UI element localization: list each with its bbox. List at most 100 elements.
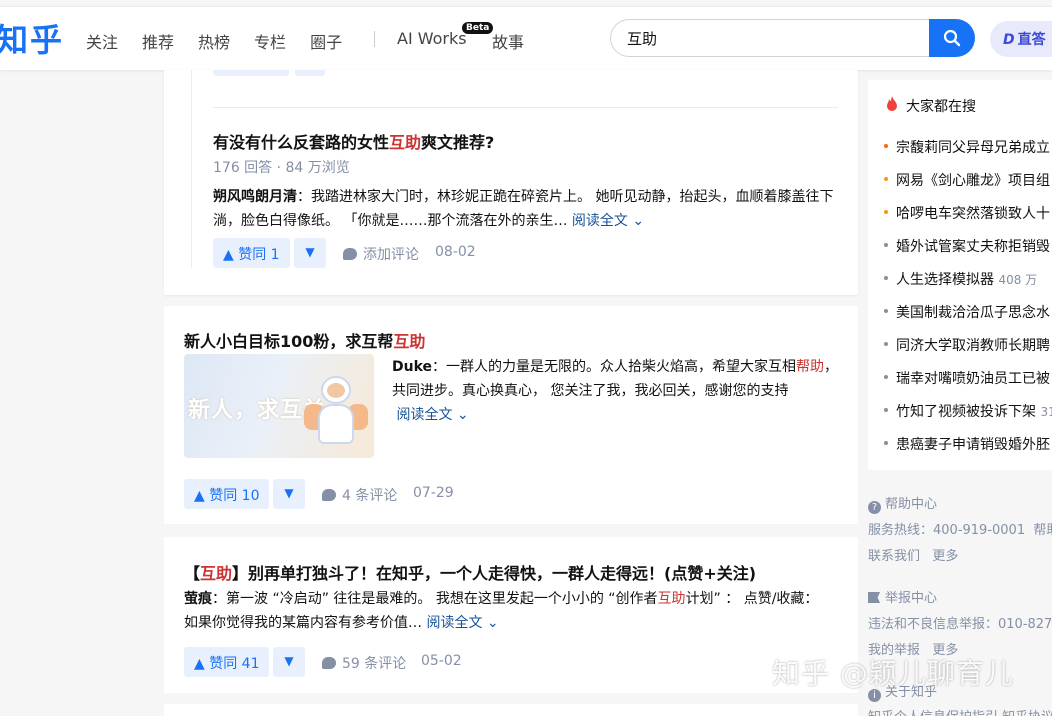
answer-thumbnail[interactable]: 新人，求互关 bbox=[184, 354, 374, 458]
search-button[interactable] bbox=[929, 19, 975, 57]
author-name[interactable]: 朔风鸣朗月清 bbox=[213, 189, 297, 205]
contact-row: 联系我们 更多 bbox=[868, 545, 958, 564]
answer-excerpt[interactable]: 萤痕：第一波 “冷启动” 往往是最难的。 我想在这里发起一个小小的 “创作者互助… bbox=[184, 587, 844, 635]
nav-story[interactable]: 故事 bbox=[492, 29, 524, 53]
post-date: 05-02 bbox=[421, 653, 462, 669]
trending-bullet bbox=[884, 441, 888, 445]
triangle-down-icon: ▼ bbox=[284, 486, 294, 500]
trending-item[interactable]: 宗馥莉同父异母兄弟成立 bbox=[896, 137, 1050, 157]
chevron-down-icon: ⌄ bbox=[486, 615, 499, 631]
excerpt-text: 如果你觉得我的某篇内容有参考价值… bbox=[184, 615, 427, 631]
trending-bullet bbox=[884, 309, 888, 313]
chevron-down-icon: ⌄ bbox=[456, 407, 469, 423]
nav-circle[interactable]: 圈子 bbox=[310, 29, 342, 53]
nav-recommend[interactable]: 推荐 bbox=[142, 29, 174, 53]
trending-heat: 408 万 bbox=[998, 273, 1038, 287]
trending-bullet bbox=[884, 342, 888, 346]
zhida-button[interactable]: D 直答 bbox=[990, 21, 1052, 57]
zhihu-logo[interactable]: 知乎 bbox=[0, 15, 64, 61]
excerpt-highlight: 帮助 bbox=[796, 359, 825, 375]
trending-title: 大家都在搜 bbox=[906, 99, 976, 115]
post-date: 07-29 bbox=[413, 485, 454, 501]
trending-bullet bbox=[884, 408, 888, 412]
astronaut-body bbox=[318, 404, 354, 444]
title-text: 有没有什么反套路的女性 bbox=[213, 133, 390, 152]
question-title[interactable]: 有没有什么反套路的女性互助爽文推荐? bbox=[213, 129, 494, 153]
nav-hot[interactable]: 热榜 bbox=[198, 29, 230, 53]
downvote-button[interactable]: ▼ bbox=[273, 647, 305, 677]
main-nav: 关注 推荐 热榜 专栏 圈子 bbox=[86, 29, 366, 53]
read-more-label: 阅读全文 bbox=[426, 615, 483, 631]
nav-ai-works[interactable]: AI Works bbox=[397, 29, 467, 48]
question-meta: 176 回答 · 84 万浏览 bbox=[213, 160, 350, 176]
trending-item[interactable]: 人生选择模拟器 408 万 bbox=[896, 269, 1037, 289]
nav-divider bbox=[374, 31, 375, 47]
trending-bullet bbox=[884, 210, 888, 214]
search-input[interactable]: 互助 bbox=[610, 19, 930, 57]
excerpt-text: ：一群人的力量是无限的。众人拾柴火焰高，希望大家互相 bbox=[432, 359, 797, 375]
trending-item[interactable]: 美国制裁洽洽瓜子思念水 bbox=[896, 302, 1050, 322]
trending-item[interactable]: 同济大学取消教师长期聘 bbox=[896, 335, 1050, 355]
help-icon: ? bbox=[868, 501, 881, 514]
triangle-down-icon: ▼ bbox=[305, 245, 315, 259]
search-icon bbox=[943, 29, 961, 47]
comment-button[interactable]: 4 条评论 bbox=[322, 485, 397, 505]
trending-bullet bbox=[884, 177, 888, 181]
triangle-down-icon: ▼ bbox=[284, 654, 294, 668]
answer-card-4 bbox=[164, 704, 858, 716]
comment-button[interactable]: 添加评论 bbox=[343, 244, 419, 264]
trending-item-text: 宗馥莉同父异母兄弟成立 bbox=[896, 140, 1050, 156]
trending-item[interactable]: 网易《剑心雕龙》项目组 bbox=[896, 170, 1050, 190]
trending-item-text: 瑞幸对嘴喷奶油员工已被 bbox=[896, 371, 1050, 387]
answer-excerpt[interactable]: 朔风鸣朗月清：我踏进林家大门时，林珍妮正跪在碎瓷片上。 她听见动静，抬起头，血顺… bbox=[213, 185, 843, 233]
report-center-link[interactable]: 举报中心 bbox=[868, 587, 937, 606]
card-thread-line bbox=[191, 70, 192, 268]
excerpt-text: ：我踏进林家大门时，林珍妮正跪在碎瓷片上。 她听见动静，抬起头，血顺着膝盖往下 bbox=[297, 189, 834, 205]
question-title[interactable]: 【互助】别再单打独斗了！在知乎，一个人走得快，一群人走得远！(点赞+关注) bbox=[184, 560, 756, 584]
author-name[interactable]: Duke bbox=[392, 359, 432, 375]
comment-icon bbox=[322, 489, 336, 501]
read-more-link[interactable]: 阅读全文 ⌄ bbox=[426, 615, 498, 631]
post-date: 08-02 bbox=[435, 244, 476, 260]
hotline-row: 服务热线：400-919-0001 帮助 bbox=[868, 519, 1052, 538]
report-line[interactable]: 违法和不良信息举报：010-8271 bbox=[868, 613, 1052, 632]
comment-label: 添加评论 bbox=[363, 247, 419, 263]
trending-item[interactable]: 患癌妻子申请销毁婚外胚 bbox=[896, 434, 1050, 454]
comment-button[interactable]: 59 条评论 bbox=[322, 653, 406, 673]
contact-link[interactable]: 联系我们 bbox=[868, 549, 920, 564]
beta-badge: Beta bbox=[462, 22, 494, 34]
title-text: 】别再单打独斗了！在知乎，一个人走得快，一群人走得远！(点赞+关注) bbox=[232, 564, 757, 583]
nav-follow[interactable]: 关注 bbox=[86, 29, 118, 53]
upvote-button[interactable]: ▲ 赞同 10 bbox=[184, 479, 270, 509]
footer-bottom-links[interactable]: 知乎个人信息保护指引 知乎协议 bbox=[868, 706, 1052, 716]
comment-label: 59 条评论 bbox=[342, 656, 407, 672]
trending-bullet bbox=[884, 276, 888, 280]
trending-item-text: 婚外试管案丈夫称拒销毁 bbox=[896, 239, 1050, 255]
trending-item[interactable]: 竹知了视频被投诉下架 31 bbox=[896, 401, 1052, 421]
title-highlight: 互助 bbox=[393, 332, 426, 351]
more-link[interactable]: 更多 bbox=[932, 549, 958, 564]
nav-column[interactable]: 专栏 bbox=[254, 29, 286, 53]
author-name[interactable]: 萤痕 bbox=[184, 591, 212, 607]
zhida-label: 直答 bbox=[1017, 32, 1046, 48]
read-more-link[interactable]: 阅读全文 ⌄ bbox=[572, 213, 644, 229]
downvote-button[interactable]: ▼ bbox=[273, 479, 305, 509]
title-highlight: 互助 bbox=[200, 564, 233, 583]
answer-excerpt[interactable]: Duke：一群人的力量是无限的。众人拾柴火焰高，希望大家互相帮助， 共同进步。真… bbox=[392, 355, 842, 427]
help-center-link[interactable]: ? 帮助中心 bbox=[868, 493, 937, 514]
upvote-button[interactable]: ▲ 赞同 1 bbox=[213, 238, 290, 268]
comment-label: 4 条评论 bbox=[342, 488, 398, 504]
trending-item-text: 哈啰电车突然落锁致人十 bbox=[896, 206, 1050, 222]
upvote-button[interactable]: ▲ 赞同 41 bbox=[184, 647, 270, 677]
flag-icon bbox=[868, 592, 880, 603]
trending-item[interactable]: 婚外试管案丈夫称拒销毁 bbox=[896, 236, 1050, 256]
trending-heat: 31 bbox=[1040, 405, 1052, 419]
read-more-link[interactable]: 阅读全文 ⌄ bbox=[392, 407, 469, 423]
help-link[interactable]: 帮助 bbox=[1033, 523, 1052, 538]
trending-item[interactable]: 哈啰电车突然落锁致人十 bbox=[896, 203, 1050, 223]
downvote-button[interactable]: ▼ bbox=[294, 238, 326, 268]
trending-bullet bbox=[884, 243, 888, 247]
trending-item[interactable]: 瑞幸对嘴喷奶油员工已被 bbox=[896, 368, 1050, 388]
question-title[interactable]: 新人小白目标100粉，求互帮互助 bbox=[184, 328, 425, 352]
excerpt-text: ， bbox=[824, 359, 839, 375]
